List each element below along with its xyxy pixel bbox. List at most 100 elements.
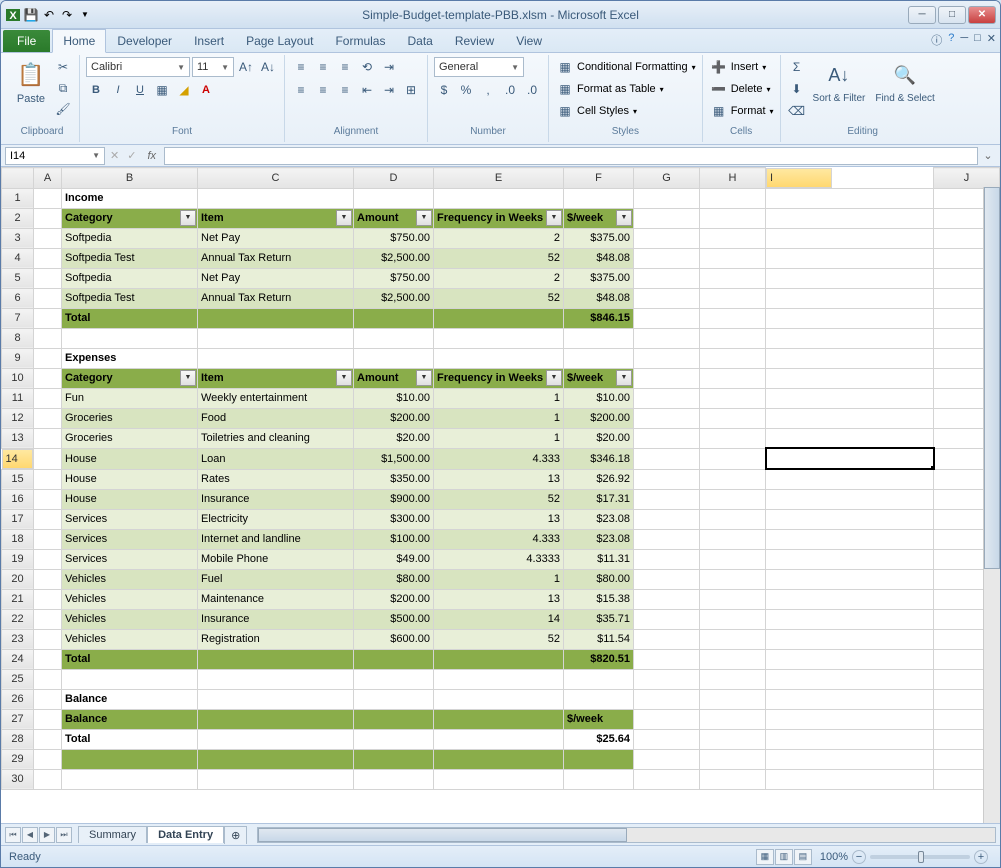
cell-G30[interactable] xyxy=(634,769,700,789)
cell-G13[interactable] xyxy=(634,428,700,448)
cell-C2[interactable]: Item▼ xyxy=(198,208,354,228)
cell-B2[interactable]: Category▼ xyxy=(62,208,198,228)
align-left-icon[interactable]: ≡ xyxy=(291,80,311,100)
cell-B27[interactable]: Balance xyxy=(62,709,198,729)
grow-font-icon[interactable]: A↑ xyxy=(236,57,256,77)
cell-C12[interactable]: Food xyxy=(198,408,354,428)
cell-H5[interactable] xyxy=(700,268,766,288)
cell-E21[interactable]: 13 xyxy=(434,589,564,609)
hscrollbar-thumb[interactable] xyxy=(258,828,626,842)
undo-icon[interactable]: ↶ xyxy=(41,7,57,23)
cell-C13[interactable]: Toiletries and cleaning xyxy=(198,428,354,448)
col-header-H[interactable]: H xyxy=(700,168,766,189)
find-select-button[interactable]: 🔍 Find & Select xyxy=(871,57,938,106)
cell-F30[interactable] xyxy=(564,769,634,789)
cell-I16[interactable] xyxy=(766,489,934,509)
sheet-last-icon[interactable]: ⏭ xyxy=(56,827,72,843)
cell-I23[interactable] xyxy=(766,629,934,649)
cell-I11[interactable] xyxy=(766,388,934,408)
tab-data[interactable]: Data xyxy=(396,29,443,52)
cell-E17[interactable]: 13 xyxy=(434,509,564,529)
cell-I10[interactable] xyxy=(766,368,934,388)
cell-F25[interactable] xyxy=(564,669,634,689)
cancel-formula-icon[interactable]: ✕ xyxy=(107,149,122,162)
cell-I14[interactable] xyxy=(766,448,934,469)
row-header-9[interactable]: 9 xyxy=(2,348,34,368)
cell-D3[interactable]: $750.00 xyxy=(354,228,434,248)
row-header-30[interactable]: 30 xyxy=(2,769,34,789)
sheet-next-icon[interactable]: ▶ xyxy=(39,827,55,843)
tab-view[interactable]: View xyxy=(505,29,553,52)
row-header-11[interactable]: 11 xyxy=(2,388,34,408)
cell-I25[interactable] xyxy=(766,669,934,689)
sheet-prev-icon[interactable]: ◀ xyxy=(22,827,38,843)
expand-formula-icon[interactable]: ⌄ xyxy=(980,149,996,162)
cell-F11[interactable]: $10.00 xyxy=(564,388,634,408)
cell-F7[interactable]: $846.15 xyxy=(564,308,634,328)
cell-E30[interactable] xyxy=(434,769,564,789)
cell-G25[interactable] xyxy=(634,669,700,689)
cell-E28[interactable] xyxy=(434,729,564,749)
row-header-6[interactable]: 6 xyxy=(2,288,34,308)
cell-D23[interactable]: $600.00 xyxy=(354,629,434,649)
tab-insert[interactable]: Insert xyxy=(183,29,235,52)
font-color-button[interactable]: A xyxy=(196,80,216,100)
filter-icon[interactable]: ▼ xyxy=(616,370,632,386)
paste-button[interactable]: 📋 Paste xyxy=(11,57,51,107)
filter-icon[interactable]: ▼ xyxy=(336,210,352,226)
cell-B5[interactable]: Softpedia xyxy=(62,268,198,288)
font-name-select[interactable]: Calibri▼ xyxy=(86,57,190,77)
cell-A7[interactable] xyxy=(34,308,62,328)
cell-C5[interactable]: Net Pay xyxy=(198,268,354,288)
col-header-B[interactable]: B xyxy=(62,168,198,189)
filter-icon[interactable]: ▼ xyxy=(180,370,196,386)
row-header-15[interactable]: 15 xyxy=(2,469,34,489)
row-header-12[interactable]: 12 xyxy=(2,408,34,428)
save-icon[interactable]: 💾 xyxy=(23,7,39,23)
cell-C29[interactable] xyxy=(198,749,354,769)
clear-icon[interactable]: ⌫ xyxy=(787,101,807,121)
cell-A24[interactable] xyxy=(34,649,62,669)
fx-icon[interactable]: fx xyxy=(147,150,156,162)
cell-I28[interactable] xyxy=(766,729,934,749)
cell-H19[interactable] xyxy=(700,549,766,569)
zoom-level[interactable]: 100% xyxy=(820,851,848,863)
minimize-button[interactable]: ─ xyxy=(908,6,936,24)
border-button[interactable]: ▦ xyxy=(152,80,172,100)
cell-A29[interactable] xyxy=(34,749,62,769)
cell-D19[interactable]: $49.00 xyxy=(354,549,434,569)
row-header-4[interactable]: 4 xyxy=(2,248,34,268)
filter-icon[interactable]: ▼ xyxy=(336,370,352,386)
cell-E22[interactable]: 14 xyxy=(434,609,564,629)
cell-H22[interactable] xyxy=(700,609,766,629)
cell-B24[interactable]: Total xyxy=(62,649,198,669)
wrap-text-icon[interactable]: ⇥ xyxy=(379,57,399,77)
cell-C26[interactable] xyxy=(198,689,354,709)
cell-F10[interactable]: $/week▼ xyxy=(564,368,634,388)
cell-F17[interactable]: $23.08 xyxy=(564,509,634,529)
cell-F28[interactable]: $25.64 xyxy=(564,729,634,749)
cell-B4[interactable]: Softpedia Test xyxy=(62,248,198,268)
cell-E16[interactable]: 52 xyxy=(434,489,564,509)
cell-H10[interactable] xyxy=(700,368,766,388)
cell-G29[interactable] xyxy=(634,749,700,769)
cell-A30[interactable] xyxy=(34,769,62,789)
formula-input[interactable] xyxy=(164,147,978,165)
cell-D20[interactable]: $80.00 xyxy=(354,569,434,589)
cell-F6[interactable]: $48.08 xyxy=(564,288,634,308)
row-header-1[interactable]: 1 xyxy=(2,188,34,208)
cell-A16[interactable] xyxy=(34,489,62,509)
cell-B9[interactable]: Expenses xyxy=(62,348,198,368)
filter-icon[interactable]: ▼ xyxy=(416,370,432,386)
row-header-10[interactable]: 10 xyxy=(2,368,34,388)
cell-D6[interactable]: $2,500.00 xyxy=(354,288,434,308)
cell-I13[interactable] xyxy=(766,428,934,448)
row-header-5[interactable]: 5 xyxy=(2,268,34,288)
cell-G12[interactable] xyxy=(634,408,700,428)
cell-styles-button[interactable]: ▦Cell Styles▾ xyxy=(555,101,696,121)
align-bottom-icon[interactable]: ≡ xyxy=(335,57,355,77)
cell-C25[interactable] xyxy=(198,669,354,689)
insert-cells-button[interactable]: ➕Insert▾ xyxy=(709,57,774,77)
cell-E14[interactable]: 4.333 xyxy=(434,448,564,469)
cell-C15[interactable]: Rates xyxy=(198,469,354,489)
